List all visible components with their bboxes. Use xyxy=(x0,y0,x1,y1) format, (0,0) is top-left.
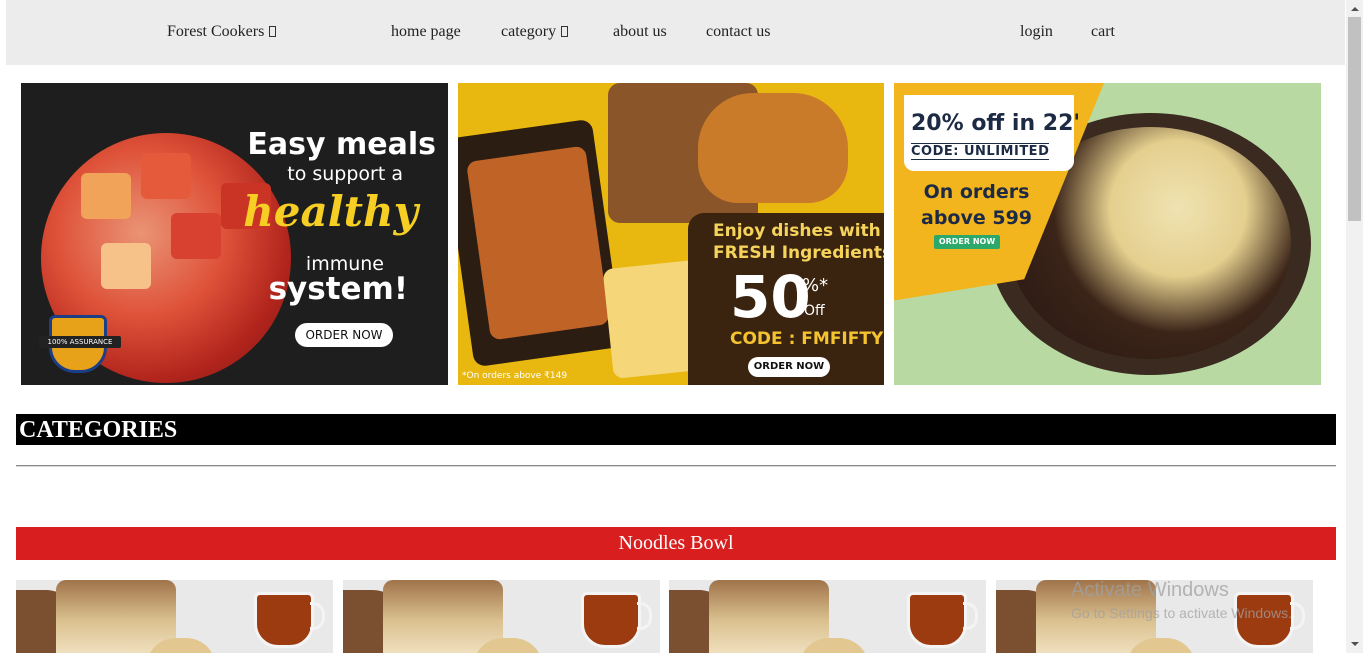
brand-label: Forest Cookers xyxy=(167,23,265,40)
nav-link-contact-us[interactable]: contact us xyxy=(706,22,770,42)
navbar: Forest Cookers home page category about … xyxy=(6,0,1345,65)
fruit-piece xyxy=(101,243,151,289)
banner3-line2: above 599 xyxy=(921,207,1033,229)
banner-healthy-meals[interactable]: Easy meals to support a healthy immune s… xyxy=(21,83,448,385)
watermark-line2: Go to Settings to activate Windows. xyxy=(1071,605,1292,621)
bread-image xyxy=(709,580,829,653)
divider xyxy=(16,465,1336,467)
cup-handle xyxy=(1290,602,1305,630)
burger-image xyxy=(698,93,848,203)
brand-link[interactable]: Forest Cookers xyxy=(167,22,277,42)
nav-link-category[interactable]: category xyxy=(501,22,569,42)
watermark-line1: Activate Windows xyxy=(1071,579,1229,601)
cup-handle xyxy=(637,602,652,630)
category-label: category xyxy=(501,23,557,40)
banner3-headline: 20% off in 22' xyxy=(911,111,1081,136)
banner1-order-button[interactable]: ORDER NOW xyxy=(295,323,393,347)
categories-header: CATEGORIES xyxy=(16,414,1336,445)
nav-link-cart[interactable]: cart xyxy=(1091,22,1115,42)
cup-handle xyxy=(963,602,978,630)
banner2-note: *On orders above ₹149 xyxy=(462,371,568,381)
banner1-line5: system! xyxy=(268,271,408,307)
nav-link-about-us[interactable]: about us xyxy=(613,22,667,42)
bread-image xyxy=(383,580,503,653)
product-card[interactable] xyxy=(16,580,333,653)
banner-unlimited-offer[interactable]: 20% off in 22' CODE: UNLIMITED On orders… xyxy=(894,83,1321,385)
banner3-orders: On orders above 599 xyxy=(921,179,1032,231)
assurance-badge: 100% ASSURANCE xyxy=(39,336,121,348)
bread-image xyxy=(56,580,176,653)
scroll-down-arrow-icon[interactable] xyxy=(1346,636,1363,653)
banner1-line3: healthy xyxy=(243,187,418,236)
fruit-piece xyxy=(81,173,131,219)
brand-caret-icon xyxy=(269,26,277,37)
page-scrollbar[interactable] xyxy=(1346,0,1363,653)
product-card[interactable] xyxy=(669,580,986,653)
banner3-order-button[interactable]: ORDER NOW xyxy=(934,235,1000,249)
fruit-piece xyxy=(171,213,221,259)
banner2-off: Off xyxy=(804,303,825,319)
tea-cup-image xyxy=(254,592,314,648)
categories-title: CATEGORIES xyxy=(19,417,178,443)
banner3-line1: On orders xyxy=(923,181,1030,203)
tea-cup-image xyxy=(581,592,641,648)
banner2-line1: Enjoy dishes with xyxy=(713,221,881,241)
cup-handle xyxy=(310,602,325,630)
product-card[interactable] xyxy=(343,580,660,653)
banner1-line1: Easy meals xyxy=(247,127,436,162)
banner3-code: CODE: UNLIMITED xyxy=(911,143,1050,160)
section-title: Noodles Bowl xyxy=(618,532,734,554)
banner2-percent: %* xyxy=(802,275,829,296)
banner2-line2: FRESH Ingredients xyxy=(713,243,884,263)
banner2-code: CODE : FMFIFTY xyxy=(730,329,884,349)
fruit-piece xyxy=(141,153,191,199)
pasta-image xyxy=(466,145,610,341)
nav-link-login[interactable]: login xyxy=(1020,22,1053,42)
scroll-thumb[interactable] xyxy=(1348,17,1361,221)
section-header-noodles-bowl: Noodles Bowl xyxy=(16,527,1336,560)
tea-cup-image xyxy=(907,592,967,648)
banner1-line2: to support a xyxy=(287,163,403,185)
banner2-discount: 50 xyxy=(730,263,811,331)
banner-fresh-ingredients[interactable]: Enjoy dishes with FRESH Ingredients 50 %… xyxy=(458,83,884,385)
scroll-up-arrow-icon[interactable] xyxy=(1346,0,1363,17)
windows-activation-watermark: Activate Windows Go to Settings to activ… xyxy=(1071,578,1292,624)
nav-link-home-page[interactable]: home page xyxy=(391,22,461,42)
banner2-order-button[interactable]: ORDER NOW xyxy=(748,357,830,377)
category-caret-icon xyxy=(561,26,569,37)
